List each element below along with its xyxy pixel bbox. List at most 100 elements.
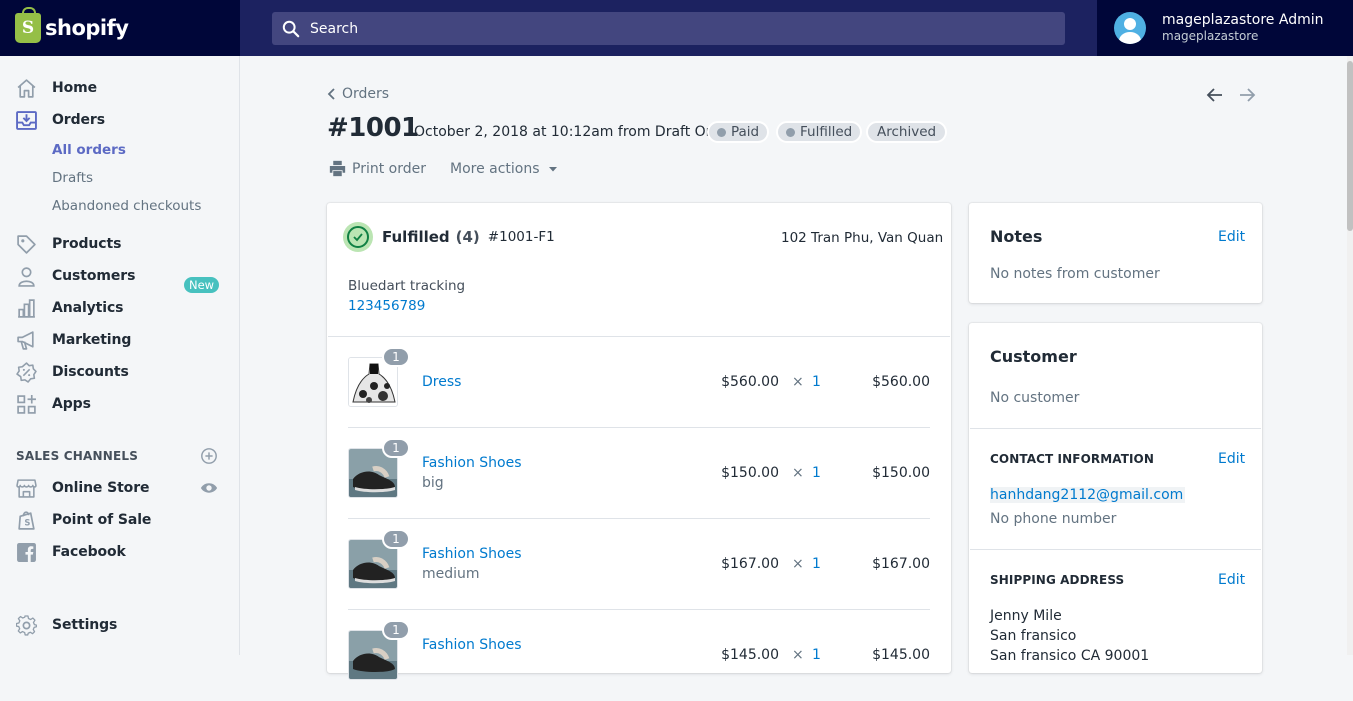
fulfilled-check-icon [343, 222, 373, 252]
bar-chart-icon [16, 298, 37, 319]
facebook-icon [16, 542, 37, 563]
divider [970, 428, 1261, 429]
line-item: 1 Fashion Shoes $145.00 × 1 $145.00 [348, 610, 930, 701]
arrow-right-icon[interactable] [1237, 85, 1257, 105]
sidebar-subitem-abandoned-checkouts[interactable]: Abandoned checkouts [52, 198, 201, 214]
search-placeholder: Search [310, 20, 359, 37]
sidebar-item-label: Facebook [52, 544, 126, 560]
notes-title: Notes [990, 227, 1043, 246]
home-icon [16, 78, 37, 99]
shopify-bag-icon: S [15, 7, 41, 43]
sidebar-item-label: Home [52, 80, 98, 96]
add-channel-icon[interactable] [200, 447, 218, 465]
sidebar-item-apps[interactable]: Apps [16, 392, 91, 416]
shipping-line3: San fransico CA 90001 [990, 648, 1150, 664]
print-order-label: Print order [352, 160, 426, 177]
item-price: $167.00 [721, 556, 779, 572]
megaphone-icon [16, 330, 37, 351]
pos-bag-icon: S [16, 510, 37, 531]
user-name: mageplazastore Admin [1162, 12, 1324, 28]
quantity-badge: 1 [382, 529, 410, 549]
sidebar-item-label: Apps [52, 396, 91, 412]
line-item: 1 Fashion Shoes medium $167.00 × 1 $167.… [348, 519, 930, 610]
multiply-sign: × [792, 374, 804, 390]
page-scrollbar[interactable] [1347, 56, 1353, 655]
sales-channels-heading: SALES CHANNELS [16, 449, 139, 463]
sidebar-item-label: Products [52, 236, 122, 252]
customer-email-link[interactable]: hanhdang2112@gmail.com [990, 487, 1186, 503]
product-link[interactable]: Fashion Shoes [422, 546, 522, 562]
order-pagination [1205, 85, 1257, 105]
top-bar: S shopify Search mageplazastore Admin ma… [0, 0, 1353, 56]
fulfillment-count: (4) [455, 228, 480, 246]
item-total: $167.00 [872, 556, 930, 572]
line-item: 1 Fashion Shoes big $150.00 × 1 $150.00 [348, 428, 930, 519]
product-link[interactable]: Dress [422, 374, 461, 390]
sidebar-item-marketing[interactable]: Marketing [16, 328, 131, 352]
print-order-button[interactable]: Print order [329, 160, 426, 177]
sidebar-item-facebook[interactable]: Facebook [16, 540, 126, 564]
item-price: $560.00 [721, 374, 779, 390]
contact-edit-link[interactable]: Edit [1218, 451, 1245, 467]
product-link[interactable]: Fashion Shoes [422, 455, 522, 471]
arrow-left-icon[interactable] [1205, 85, 1225, 105]
item-total: $560.00 [872, 374, 930, 390]
avatar [1114, 12, 1146, 44]
fulfillment-id: #1001-F1 [487, 229, 555, 245]
sidebar-item-point-of-sale[interactable]: S Point of Sale [16, 508, 151, 532]
sidebar-item-orders[interactable]: Orders [16, 108, 105, 132]
badge-dot [717, 127, 726, 137]
sidebar-item-online-store[interactable]: Online Store [16, 476, 150, 500]
sidebar-item-discounts[interactable]: Discounts [16, 360, 129, 384]
user-menu[interactable]: mageplazastore Admin mageplazastore [1097, 0, 1353, 56]
notes-card [969, 203, 1262, 303]
sidebar-subitem-all-orders[interactable]: All orders [52, 142, 126, 158]
sidebar-item-label: Marketing [52, 332, 132, 348]
sidebar-item-label: Analytics [52, 300, 124, 316]
breadcrumb[interactable]: Orders [327, 86, 389, 102]
order-meta: October 2, 2018 at 10:12am from Draft Or… [414, 124, 742, 140]
sidebar-item-settings[interactable]: Settings [16, 613, 117, 637]
sidebar-item-label: Online Store [52, 480, 150, 496]
svg-text:S: S [24, 517, 30, 527]
sidebar-item-home[interactable]: Home [16, 76, 97, 100]
search-input[interactable]: Search [272, 12, 1065, 45]
customer-body: No customer [990, 390, 1080, 406]
sidebar-subitem-drafts[interactable]: Drafts [52, 170, 93, 186]
multiply-sign: × [792, 647, 804, 663]
sidebar-item-customers[interactable]: Customers [16, 264, 135, 288]
more-actions-button[interactable]: More actions [450, 161, 558, 177]
badge-label: Paid [731, 124, 760, 140]
shipping-name: Jenny Mile [990, 608, 1062, 624]
shopify-logo[interactable]: S shopify [0, 0, 240, 56]
sidebar-item-label: Discounts [52, 364, 129, 380]
badge-label: Archived [877, 124, 937, 140]
more-actions-label: More actions [450, 160, 540, 177]
quantity-badge: 1 [382, 620, 410, 640]
item-quantity: 1 [812, 465, 821, 481]
user-store: mageplazastore [1162, 29, 1259, 43]
scrollbar-thumb[interactable] [1347, 61, 1353, 231]
customer-phone: No phone number [990, 511, 1117, 527]
shipping-edit-link[interactable]: Edit [1218, 572, 1245, 588]
sidebar-item-analytics[interactable]: Analytics [16, 296, 124, 320]
shipping-address-title: SHIPPING ADDRESS [990, 573, 1125, 587]
discount-icon [16, 361, 37, 383]
item-total: $150.00 [872, 465, 930, 481]
sidebar-item-label: Orders [52, 112, 105, 128]
item-quantity: 1 [812, 647, 821, 663]
sidebar-item-label: Customers [52, 268, 136, 284]
logo-text: shopify [45, 16, 129, 40]
tracking-number-link[interactable]: 123456789 [348, 298, 425, 314]
tag-icon [16, 234, 37, 255]
chevron-left-icon [327, 88, 335, 100]
sidebar-item-products[interactable]: Products [16, 232, 121, 256]
eye-icon[interactable] [200, 481, 218, 495]
notes-edit-link[interactable]: Edit [1218, 229, 1245, 245]
breadcrumb-orders: Orders [342, 86, 390, 102]
badge-dot [786, 127, 795, 137]
product-link[interactable]: Fashion Shoes [422, 637, 522, 653]
status-badge-archived: Archived [866, 121, 948, 143]
caret-down-icon [548, 166, 557, 171]
divider [970, 549, 1261, 550]
